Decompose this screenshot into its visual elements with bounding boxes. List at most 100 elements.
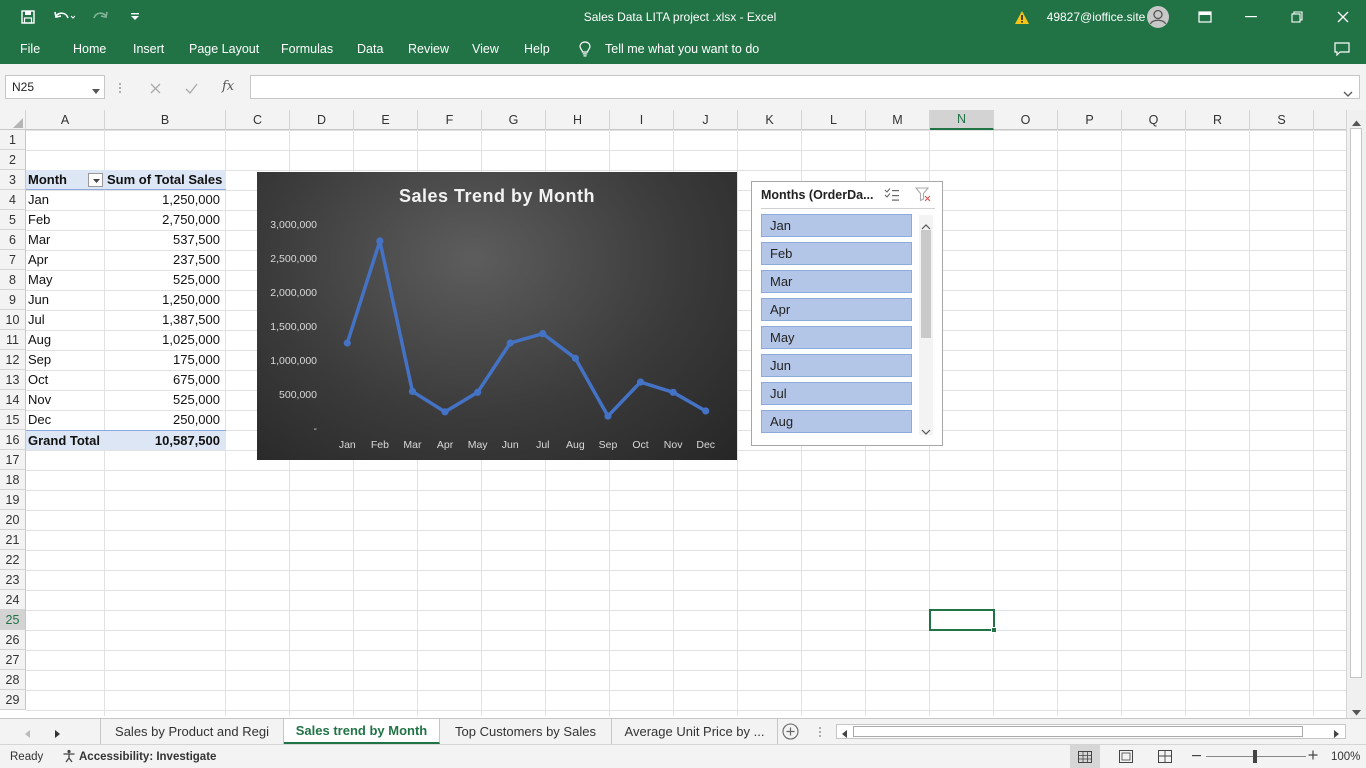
pivot-row-month[interactable]: Mar: [26, 230, 105, 250]
sales-line[interactable]: [345, 239, 707, 418]
row-header[interactable]: 15: [0, 410, 26, 430]
minimize-icon[interactable]: [1236, 0, 1266, 34]
tab-file[interactable]: File: [20, 34, 40, 64]
pivot-row-month[interactable]: Jun: [26, 290, 105, 310]
zoom-in-icon[interactable]: [1308, 750, 1318, 763]
more-sheets-icon[interactable]: [818, 726, 822, 741]
tab-review[interactable]: Review: [408, 34, 449, 64]
zoom-out-icon[interactable]: [1192, 748, 1202, 765]
pivot-row-sales[interactable]: 1,387,500: [105, 310, 226, 330]
pivot-row-month[interactable]: Nov: [26, 390, 105, 410]
pivot-row-month[interactable]: Jan: [26, 190, 105, 210]
user-account[interactable]: 49827@ioffice.site: [1038, 0, 1154, 34]
data-point-may[interactable]: [474, 388, 482, 396]
months-slicer[interactable]: Months (OrderDa... Jan Feb Mar Apr May Jun Jul…: [751, 181, 943, 446]
row-header[interactable]: 29: [0, 690, 26, 710]
pivot-grand-total-label[interactable]: Grand Total: [26, 430, 105, 450]
accessibility-icon[interactable]: [62, 749, 76, 766]
data-point-mar[interactable]: [408, 387, 417, 396]
pivot-header-month[interactable]: Month: [26, 170, 105, 190]
slicer-item[interactable]: Aug: [761, 410, 912, 433]
row-header[interactable]: 1: [0, 130, 26, 150]
select-all-corner[interactable]: [0, 110, 26, 130]
enter-check-icon[interactable]: [185, 81, 198, 99]
sheet-tab-average-unit-price[interactable]: Average Unit Price by ...: [612, 719, 778, 744]
column-header[interactable]: C: [226, 110, 290, 130]
formula-input[interactable]: [250, 75, 1360, 99]
horizontal-scroll-thumb[interactable]: [853, 726, 1303, 737]
row-header[interactable]: 5: [0, 210, 26, 230]
pivot-row-sales[interactable]: 525,000: [105, 270, 226, 290]
pivot-header-sales[interactable]: Sum of Total Sales: [105, 170, 226, 190]
vertical-scroll-thumb[interactable]: [1350, 128, 1362, 678]
row-header[interactable]: 9: [0, 290, 26, 310]
data-point-nov[interactable]: [669, 388, 677, 396]
column-header[interactable]: M: [866, 110, 930, 130]
insert-function-icon[interactable]: fx: [222, 79, 234, 94]
cancel-icon[interactable]: [150, 81, 161, 99]
column-header[interactable]: J: [674, 110, 738, 130]
column-header[interactable]: R: [1186, 110, 1250, 130]
column-header[interactable]: A: [26, 110, 105, 130]
pivot-row-sales[interactable]: 537,500: [105, 230, 226, 250]
chevron-down-icon[interactable]: [92, 84, 100, 98]
more-options-icon[interactable]: [118, 81, 122, 99]
column-header-selected[interactable]: N: [930, 110, 994, 130]
prev-sheet-icon[interactable]: [24, 727, 31, 742]
pivot-row-month[interactable]: Oct: [26, 370, 105, 390]
row-header[interactable]: 19: [0, 490, 26, 510]
row-header[interactable]: 6: [0, 230, 26, 250]
sheet-tab-top-customers[interactable]: Top Customers by Sales: [440, 719, 612, 744]
pivot-row-month[interactable]: Feb: [26, 210, 105, 230]
row-header[interactable]: 27: [0, 650, 26, 670]
customize-toolbar-icon[interactable]: [126, 0, 144, 34]
row-header[interactable]: 12: [0, 350, 26, 370]
avatar-icon[interactable]: [1146, 0, 1170, 34]
data-point-apr[interactable]: [441, 408, 449, 416]
column-header[interactable]: K: [738, 110, 802, 130]
pivot-row-sales[interactable]: 525,000: [105, 390, 226, 410]
pivot-row-month[interactable]: May: [26, 270, 105, 290]
save-icon[interactable]: [16, 0, 40, 34]
tab-help[interactable]: Help: [524, 34, 550, 64]
ribbon-display-icon[interactable]: [1190, 0, 1220, 34]
sheet-tab-sales-trend[interactable]: Sales trend by Month: [284, 719, 440, 744]
row-header[interactable]: 14: [0, 390, 26, 410]
row-header[interactable]: 2: [0, 150, 26, 170]
row-header[interactable]: 20: [0, 510, 26, 530]
tell-me-search[interactable]: Tell me what you want to do: [605, 34, 759, 64]
column-header[interactable]: B: [105, 110, 226, 130]
data-point-dec[interactable]: [702, 407, 710, 415]
add-sheet-icon[interactable]: [782, 723, 799, 743]
expand-formula-icon[interactable]: [1343, 84, 1353, 102]
slicer-item[interactable]: Apr: [761, 298, 912, 321]
slicer-item[interactable]: May: [761, 326, 912, 349]
page-break-view-icon[interactable]: [1158, 750, 1172, 766]
pivot-row-sales[interactable]: 2,750,000: [105, 210, 226, 230]
column-header[interactable]: H: [546, 110, 610, 130]
row-header[interactable]: 17: [0, 450, 26, 470]
column-header[interactable]: G: [482, 110, 546, 130]
row-header[interactable]: 23: [0, 570, 26, 590]
restore-icon[interactable]: [1282, 0, 1312, 34]
filter-dropdown-icon[interactable]: [88, 173, 103, 187]
lightbulb-icon[interactable]: [578, 34, 592, 64]
scroll-left-icon[interactable]: [841, 727, 848, 742]
row-header[interactable]: 26: [0, 630, 26, 650]
zoom-level[interactable]: 100%: [1331, 751, 1360, 763]
tab-insert[interactable]: Insert: [133, 34, 164, 64]
row-header[interactable]: 16: [0, 430, 26, 450]
fill-handle[interactable]: [991, 627, 997, 633]
horizontal-scrollbar[interactable]: [836, 724, 1346, 739]
tab-home[interactable]: Home: [73, 34, 106, 64]
undo-icon[interactable]: [48, 0, 80, 34]
column-header[interactable]: Q: [1122, 110, 1186, 130]
next-sheet-icon[interactable]: [54, 727, 61, 742]
pivot-row-month[interactable]: Aug: [26, 330, 105, 350]
data-point-jan[interactable]: [343, 339, 351, 347]
column-header[interactable]: E: [354, 110, 418, 130]
tab-page-layout[interactable]: Page Layout: [189, 34, 259, 64]
normal-view-icon[interactable]: [1070, 745, 1100, 768]
tab-view[interactable]: View: [472, 34, 499, 64]
accessibility-status[interactable]: Accessibility: Investigate: [79, 751, 216, 763]
